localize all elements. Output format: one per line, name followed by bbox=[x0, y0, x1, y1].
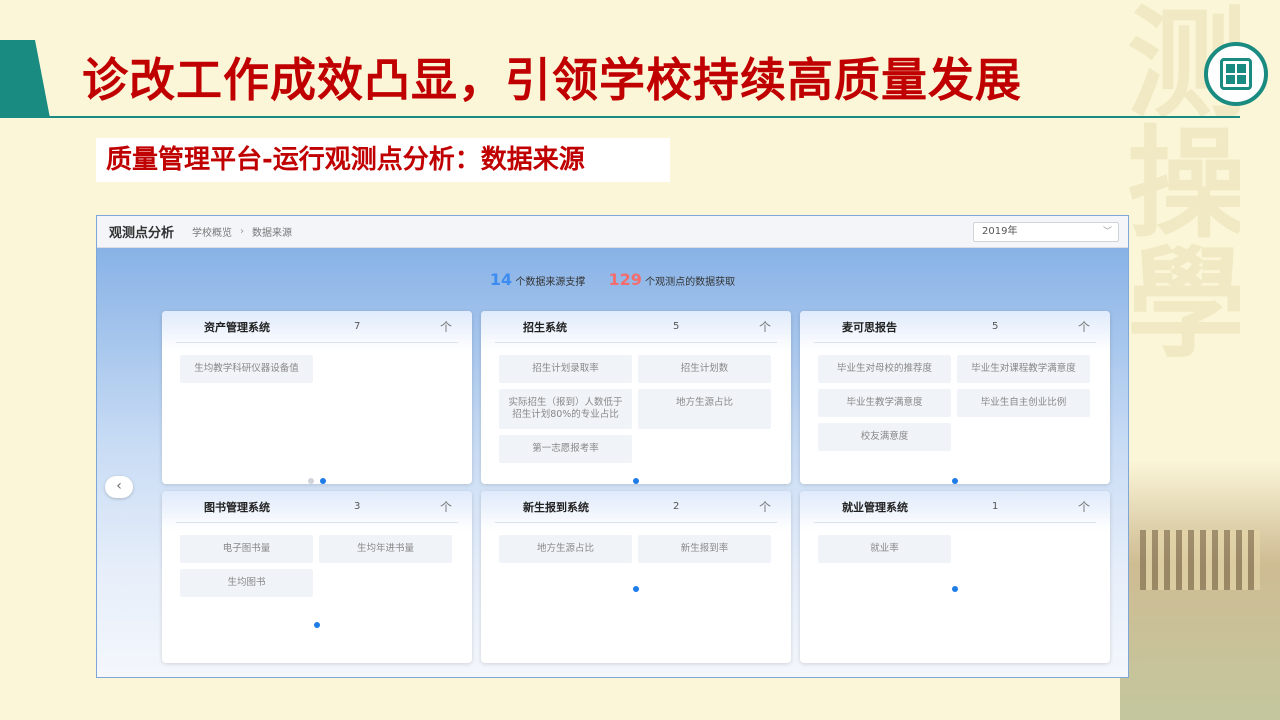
pagination-dots bbox=[162, 613, 472, 632]
pagination-dot[interactable] bbox=[952, 478, 958, 484]
slide-subtitle: 质量管理平台-运行观测点分析：数据来源 bbox=[96, 138, 670, 182]
school-logo bbox=[1204, 42, 1268, 106]
card-header: 就业管理系统 1 个 bbox=[814, 491, 1096, 523]
year-select[interactable]: 2019年 ﹀ bbox=[973, 222, 1119, 242]
prev-page-button[interactable]: ‹ bbox=[105, 476, 133, 498]
card-header: 图书管理系统 3 个 bbox=[176, 491, 458, 523]
pagination-dot[interactable] bbox=[308, 478, 314, 484]
breadcrumb-separator: › bbox=[240, 226, 245, 237]
card-header: 麦可思报告 5 个 bbox=[814, 311, 1096, 343]
collapse-icon[interactable]: 个 bbox=[1078, 498, 1090, 515]
observation-point-chip[interactable]: 生均图书 bbox=[180, 569, 313, 597]
observation-point-chip[interactable]: 地方生源占比 bbox=[499, 535, 632, 563]
observation-point-list: 地方生源占比 新生报到率 bbox=[481, 523, 791, 563]
breadcrumb-school-overview[interactable]: 学校概览 bbox=[192, 224, 232, 239]
observation-point-chip[interactable]: 就业率 bbox=[818, 535, 951, 563]
panel-body: 14 个数据来源支撑 129 个观测点的数据获取 ‹ 资产管理系统 7 个生均教学科… bbox=[97, 248, 1128, 677]
pagination-dot[interactable] bbox=[952, 586, 958, 592]
observation-point-chip[interactable]: 毕业生自主创业比例 bbox=[957, 389, 1090, 417]
sources-label: 个数据来源支撑 bbox=[515, 277, 586, 288]
observation-point-list: 毕业生对母校的推荐度 毕业生对课程教学满意度 毕业生教学满意度 毕业生自主创业比例 校友… bbox=[800, 343, 1110, 451]
page-title: 诊改工作成效凸显，引领学校持续高质量发展 bbox=[82, 53, 1022, 107]
card-point-count: 5 bbox=[992, 321, 999, 332]
card-point-count: 7 bbox=[354, 321, 361, 332]
pagination-dots bbox=[162, 469, 472, 484]
pagination-dots bbox=[800, 577, 1110, 596]
pagination-dot[interactable] bbox=[314, 622, 320, 628]
observation-point-list: 电子图书量 生均年进书量 生均图书 bbox=[162, 523, 472, 597]
card-system-name: 图书管理系统 bbox=[204, 500, 270, 514]
panel-header: 观测点分析 学校概览 › 数据来源 2019年 ﹀ bbox=[97, 216, 1128, 248]
observation-point-chip[interactable]: 招生计划录取率 bbox=[499, 355, 632, 383]
panel-title: 观测点分析 bbox=[109, 226, 175, 241]
card-point-count: 3 bbox=[354, 501, 361, 512]
card-system-name: 招生系统 bbox=[523, 320, 567, 334]
observation-point-list: 招生计划录取率 招生计划数 实际招生（报到）人数低于招生计划80%的专业占比 地方生源… bbox=[481, 343, 791, 463]
points-label: 个观测点的数据获取 bbox=[645, 277, 736, 288]
card-system-name: 新生报到系统 bbox=[523, 500, 589, 514]
points-count: 129 bbox=[608, 270, 642, 289]
pagination-dots bbox=[800, 469, 1110, 484]
sources-count: 14 bbox=[489, 270, 513, 289]
observation-point-chip[interactable]: 实际招生（报到）人数低于招生计划80%的专业占比 bbox=[499, 389, 632, 429]
observation-point-chip[interactable]: 生均年进书量 bbox=[319, 535, 452, 563]
collapse-icon[interactable]: 个 bbox=[759, 498, 771, 515]
background-campus-image bbox=[1120, 460, 1280, 720]
observation-point-chip[interactable]: 电子图书量 bbox=[180, 535, 313, 563]
observation-point-chip[interactable]: 新生报到率 bbox=[638, 535, 771, 563]
source-card: 资产管理系统 7 个生均教学科研仪器设备值 bbox=[162, 311, 472, 484]
observation-point-chip[interactable]: 第一志愿报考率 bbox=[499, 435, 632, 463]
observation-point-chip[interactable]: 招生计划数 bbox=[638, 355, 771, 383]
card-header: 招生系统 5 个 bbox=[495, 311, 777, 343]
observation-point-chip[interactable]: 毕业生对母校的推荐度 bbox=[818, 355, 951, 383]
breadcrumb-data-source: 数据来源 bbox=[252, 228, 293, 239]
chevron-down-icon: ﹀ bbox=[1102, 227, 1112, 237]
observation-point-list: 就业率 bbox=[800, 523, 1110, 563]
observation-point-chip[interactable]: 校友满意度 bbox=[818, 423, 951, 451]
source-card: 新生报到系统 2 个地方生源占比 新生报到率 bbox=[481, 491, 791, 663]
collapse-icon[interactable]: 个 bbox=[759, 318, 771, 335]
observation-point-chip[interactable]: 生均教学科研仪器设备值 bbox=[180, 355, 313, 383]
pagination-dot[interactable] bbox=[633, 478, 639, 484]
source-card: 就业管理系统 1 个就业率 bbox=[800, 491, 1110, 663]
pagination-dots bbox=[481, 577, 791, 596]
summary-line: 14 个数据来源支撑 129 个观测点的数据获取 bbox=[97, 270, 1128, 289]
card-header: 新生报到系统 2 个 bbox=[495, 491, 777, 523]
app-screenshot-panel: 观测点分析 学校概览 › 数据来源 2019年 ﹀ 14 个数据来源支撑 129… bbox=[96, 215, 1129, 678]
collapse-icon[interactable]: 个 bbox=[1078, 318, 1090, 335]
card-point-count: 1 bbox=[992, 501, 999, 512]
card-system-name: 就业管理系统 bbox=[842, 500, 908, 514]
observation-point-chip[interactable]: 毕业生教学满意度 bbox=[818, 389, 951, 417]
card-system-name: 麦可思报告 bbox=[842, 320, 897, 334]
collapse-icon[interactable]: 个 bbox=[440, 318, 452, 335]
source-card: 麦可思报告 5 个毕业生对母校的推荐度 毕业生对课程教学满意度 毕业生教学满意度 毕业生自… bbox=[800, 311, 1110, 484]
observation-point-list: 生均教学科研仪器设备值 bbox=[162, 343, 472, 383]
pagination-dots bbox=[481, 469, 791, 484]
year-select-value: 2019年 bbox=[982, 226, 1018, 237]
pagination-dot[interactable] bbox=[320, 478, 326, 484]
card-point-count: 2 bbox=[673, 501, 680, 512]
observation-point-chip[interactable]: 地方生源占比 bbox=[638, 389, 771, 429]
source-card: 图书管理系统 3 个电子图书量 生均年进书量 生均图书 bbox=[162, 491, 472, 663]
card-header: 资产管理系统 7 个 bbox=[176, 311, 458, 343]
collapse-icon[interactable]: 个 bbox=[440, 498, 452, 515]
observation-point-chip[interactable]: 毕业生对课程教学满意度 bbox=[957, 355, 1090, 383]
source-card: 招生系统 5 个招生计划录取率 招生计划数 实际招生（报到）人数低于招生计划80%的专业… bbox=[481, 311, 791, 484]
card-system-name: 资产管理系统 bbox=[204, 320, 270, 334]
pagination-dot[interactable] bbox=[633, 586, 639, 592]
card-point-count: 5 bbox=[673, 321, 680, 332]
